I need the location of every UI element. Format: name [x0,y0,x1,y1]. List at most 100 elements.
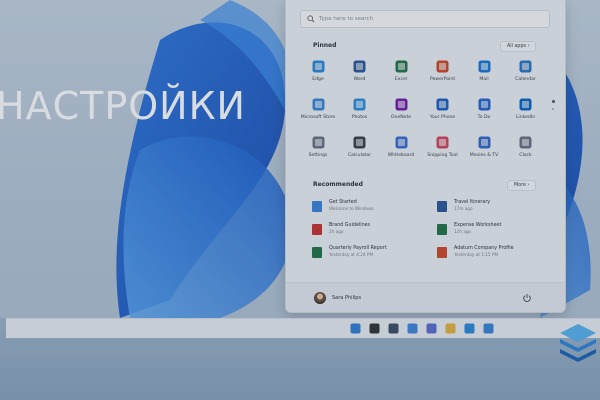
recommended-item[interactable]: Brand Guidelines 2h ago [312,223,436,243]
recommended-item[interactable]: Travel Itinerary 17m ago [437,200,561,220]
pinned-app[interactable]: To Do [464,98,504,138]
search-input[interactable]: Type here to search [300,10,550,28]
pinned-app-label: Snipping Tool [427,153,458,158]
pinned-app-label: Movies & TV [469,153,499,158]
pinned-app-label: To Do [477,115,491,120]
todo-icon [478,98,490,111]
pinned-heading: Pinned [313,42,337,49]
clock-icon [519,136,532,149]
pinned-app-label: Microsoft Store [300,115,336,120]
screen: Type here to search Pinned All apps › Ed… [0,0,600,400]
recommended-subtitle: 17m ago [454,206,473,211]
widgets-icon[interactable] [407,323,418,334]
pinned-app-label: LinkedIn [515,115,536,120]
recommended-item[interactable]: Get Started Welcome to Windows [312,200,436,220]
pinned-app-label: Settings [308,153,328,158]
pinned-app[interactable]: Edge [298,60,338,100]
pinned-app-label: Calculator [347,153,372,158]
all-apps-label: All apps [507,44,527,49]
pinned-app[interactable]: Settings [298,136,338,176]
pinned-app-label: Clock [519,153,532,158]
recommended-item[interactable]: Expense Worksheet 12h ago [437,223,561,243]
start-menu: Type here to search Pinned All apps › Ed… [285,0,566,313]
pinned-app-label: Excel [394,77,408,82]
avatar[interactable] [314,292,326,304]
file-explorer-icon[interactable] [445,323,456,334]
pinned-app[interactable]: LinkedIn [506,98,546,138]
page-dot [552,108,554,110]
gear-icon [312,136,324,149]
pinned-app-label: Photos [351,115,368,120]
excel-doc-icon [437,224,447,235]
store-icon[interactable] [483,323,494,334]
pinned-app[interactable]: Photos [340,98,380,138]
recommended-item[interactable]: Adatum Company Profile Yesterday at 1:15 … [437,246,561,266]
pinned-app[interactable]: OneNote [381,98,421,138]
calendar-icon [519,60,532,73]
recommended-subtitle: Yesterday at 1:15 PM [454,252,499,257]
more-label: More [514,183,526,188]
excel-icon [395,60,407,73]
pinned-app[interactable]: Calculator [340,136,380,176]
pinned-app[interactable]: Mail [464,60,504,100]
overlay-title: НАСТРОЙКИ [0,84,246,128]
chat-icon[interactable] [426,323,437,334]
pinned-app-label: Your Phone [429,115,456,120]
recommended-subtitle: 12h ago [454,229,472,234]
pinned-app[interactable]: Clock [506,136,546,176]
pinned-app[interactable]: Word [340,60,380,100]
taskbar [6,318,600,338]
start-footer: Sara Philips [286,282,565,312]
pinned-app-label: Edge [312,77,324,82]
movies-tv-icon [478,136,490,149]
search-placeholder: Type here to search [319,16,374,22]
excel-doc-icon [312,247,322,258]
pinned-app-label: Mail [479,77,489,82]
edge-icon [312,60,324,73]
pinned-app-label: Whiteboard [387,153,415,158]
whiteboard-icon [395,136,407,149]
recommended-subtitle: Yesterday at 4:24 PM [329,252,374,257]
phone-icon [436,98,449,111]
pinned-app[interactable]: Movies & TV [464,136,504,176]
snipping-tool-icon [436,136,449,149]
pinned-app[interactable]: Calendar [506,60,546,100]
pinned-page-indicator[interactable] [552,100,555,115]
user-name[interactable]: Sara Philips [332,295,361,301]
pinned-app[interactable]: Excel [381,60,421,100]
power-icon[interactable] [522,293,532,303]
get-started-icon [312,201,322,212]
pinned-app[interactable]: Microsoft Store [298,98,338,138]
edge-icon[interactable] [464,323,475,334]
pinned-app-label: Word [353,77,366,82]
recommended-heading: Recommended [313,181,363,188]
task-view-icon[interactable] [388,323,399,334]
windows-icon[interactable] [350,323,361,334]
onenote-icon [395,98,407,111]
recommended-subtitle: Welcome to Windows [329,206,374,211]
pinned-app-label: PowerPoint [429,77,456,82]
pinned-app[interactable]: PowerPoint [423,60,463,100]
search-icon [307,15,315,23]
pinned-app[interactable]: Snipping Tool [423,136,463,176]
page-dot-active [552,100,555,103]
all-apps-button[interactable]: All apps › [500,41,537,52]
recommended-item[interactable]: Quarterly Payroll Report Yesterday at 4:2… [312,246,436,266]
mail-icon [478,60,490,73]
more-button[interactable]: More › [507,180,537,191]
word-icon [353,60,366,73]
layers-logo-icon [560,324,596,362]
pinned-app-label: OneNote [390,115,412,120]
pinned-app[interactable]: Your Phone [423,98,463,138]
recommended-subtitle: 2h ago [329,229,344,234]
pinned-app[interactable]: Whiteboard [381,136,421,176]
powerpoint-icon [436,60,449,73]
calculator-icon [353,136,366,149]
powerpoint-doc-icon [437,247,447,258]
pinned-app-label: Calendar [515,77,536,82]
word-doc-icon [437,201,447,212]
linkedin-icon [519,98,532,111]
search-icon[interactable] [369,323,380,334]
store-icon [312,98,324,111]
photos-icon [353,98,366,111]
